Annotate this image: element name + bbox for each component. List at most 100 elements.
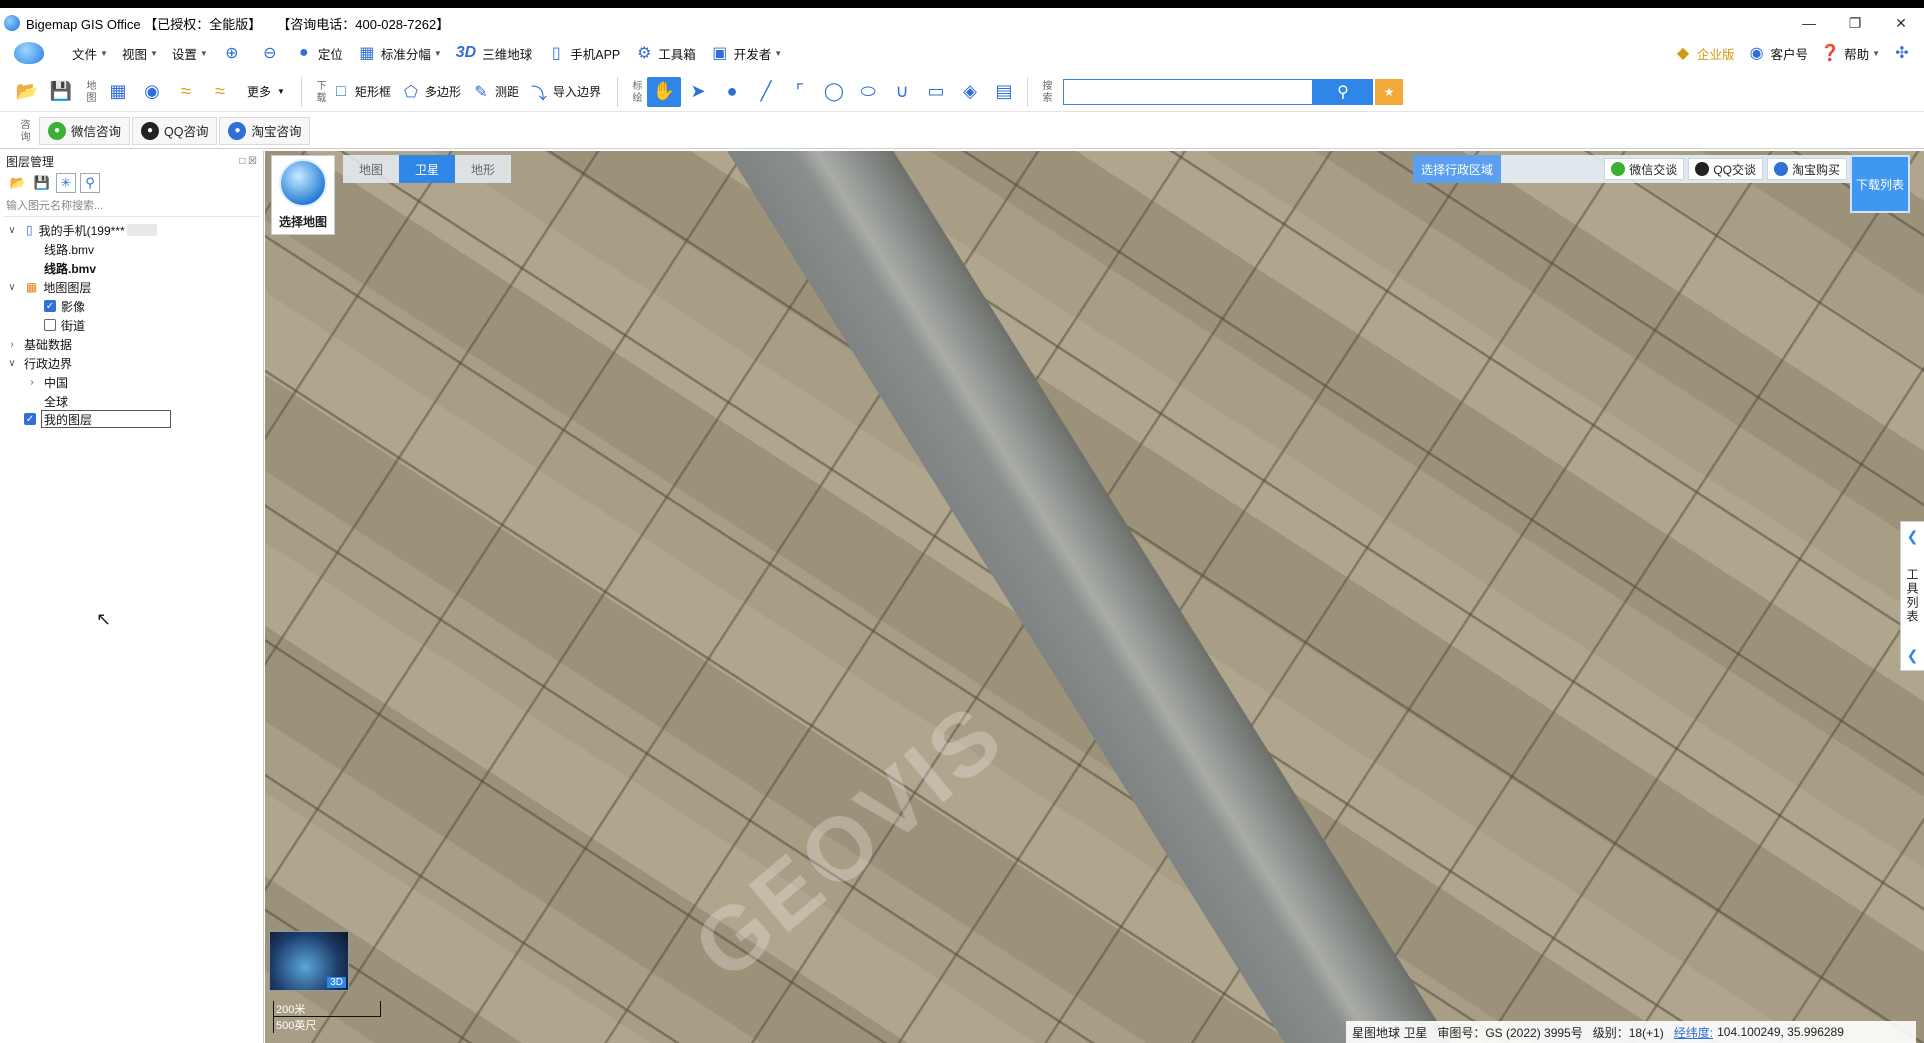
user-badge-icon: ◉ [1749,45,1764,62]
menu-enterprise[interactable]: ◆ 企业版 [1673,43,1735,63]
menu-mobile-app[interactable]: ▯ 手机APP [546,43,620,63]
rect-select-button[interactable]: □ 矩形框 [331,82,391,102]
download-list-button[interactable]: 下载列表 [1850,155,1910,213]
tree-item-map-layers[interactable]: ∨ ▦ 地图图层 [6,278,91,296]
menu-standard-grid[interactable]: ▦ 标准分幅 ▼ [357,43,442,63]
menu-toolbox[interactable]: ⚙ 工具箱 [634,43,696,63]
select-region-button[interactable]: 选择行政区域 [1413,155,1502,183]
tree-item-admin-boundary[interactable]: ∨ 行政边界 [6,354,72,372]
tab-satellite[interactable]: 卫星 [399,155,455,183]
map-source-icon[interactable]: ▦ [101,77,135,107]
app-logo-icon [4,15,20,31]
open-folder-icon[interactable]: 📂 [10,77,44,107]
menu-globe3d[interactable]: 3D 三维地球 [456,43,532,63]
zoom-out-icon[interactable]: ⊖ [260,43,280,63]
menu-file[interactable]: 文件 ▼ [72,44,108,63]
tree-item-route-file-2[interactable]: 线路.bmv [44,259,96,277]
rectangle-draw-icon[interactable]: ▭ [919,77,953,107]
consult-group-label: 咨询 [18,118,29,143]
tool-list-tab[interactable]: ❮ 工具列表 ❮ [1900,521,1924,671]
open-layer-icon[interactable]: 📂 [8,173,28,193]
import-border-button[interactable]: ⤵ 导入边界 [529,82,601,103]
layer-panel-title: 图层管理 [6,154,55,169]
qq-consult-button[interactable]: ● QQ咨询 [132,116,218,145]
close-button[interactable]: ✕ [1878,8,1924,38]
chevron-left-icon[interactable]: ❮ [1907,528,1919,545]
image-overlay-icon[interactable]: ▤ [987,77,1021,107]
my-layer-checkbox[interactable]: ✓ [24,413,36,425]
menu-developer[interactable]: ▣ 开发者 ▼ [710,43,782,63]
taobao-buy-button[interactable]: 淘宝购买 [1766,158,1847,180]
masked-number [126,224,157,236]
minimize-button[interactable]: — [1786,8,1832,38]
menu-locate[interactable]: ● 定位 [294,43,343,63]
streets-checkbox[interactable] [44,319,56,331]
favorite-button[interactable]: ★ [1375,78,1403,105]
save-icon[interactable]: 💾 [44,77,78,107]
menu-settings[interactable]: 设置 ▼ [172,44,208,63]
wechat-chat-button[interactable]: 微信交谈 [1604,158,1685,180]
marker-pin-icon[interactable]: ● [715,77,749,107]
line-draw-icon[interactable]: ╱ [749,77,783,107]
tab-terrain[interactable]: 地形 [455,155,511,183]
divider [300,76,302,107]
imagery-checkbox[interactable]: ✓ [44,300,56,312]
ellipse-draw-icon[interactable]: ⬭ [851,77,885,107]
layer-search-input[interactable]: 输入图元名称搜索... [4,197,259,217]
code-icon: ▣ [712,45,728,62]
wechat-consult-button[interactable]: ● 微信咨询 [39,116,131,145]
choose-map-button[interactable]: 选择地图 [271,155,335,235]
layer-settings-icon[interactable]: ✳ [56,173,76,193]
tree-item-base-data[interactable]: › 基础数据 [6,335,72,353]
polyline-draw-icon[interactable]: ⌜ [783,77,817,107]
zoom-in-icon[interactable]: ⊕ [222,43,242,63]
search-group-label: 搜索 [1040,79,1051,104]
rectangle-select-icon: □ [336,82,346,100]
tree-item-my-layer[interactable]: ✓ 我的图层 [24,410,171,428]
search-icon: ⚲ [1337,83,1349,101]
more-button[interactable]: 更多 ▼ [247,83,285,100]
qq-chat-button[interactable]: QQ交谈 [1688,158,1763,180]
map-layer-b-icon[interactable]: ≈ [203,77,237,107]
tree-item-china[interactable]: › 中国 [26,373,68,391]
restore-button[interactable]: ❐ [1832,8,1878,38]
circle-draw-icon[interactable]: ◯ [817,77,851,107]
map-layer-a-icon[interactable]: ≈ [169,77,203,107]
tree-item-route-file-1[interactable]: 线路.bmv [44,240,94,258]
menu-customer[interactable]: ◉ 客户号 [1747,43,1809,63]
layer-search-icon[interactable]: ⚲ [80,173,100,193]
map-canvas[interactable]: 选择地图 地图 卫星 地形 选择行政区域 微信交谈 QQ交谈 淘宝购买 下载列表… [265,151,1924,1043]
measure-button[interactable]: ✎ 测距 [471,82,519,102]
tree-item-streets[interactable]: 街道 [44,316,85,334]
tree-item-my-phone[interactable]: ∨ ▯ 我的手机(199*** [6,221,157,239]
my-layer-rename-field[interactable]: 我的图层 [41,410,171,428]
pointer-icon[interactable]: ➤ [681,77,715,107]
online-map-icon[interactable]: ◉ [135,77,169,107]
settings-target-icon[interactable]: ✣ [1892,43,1912,63]
tree-item-imagery[interactable]: ✓ 影像 [44,297,85,315]
taobao-consult-button[interactable]: ● 淘宝咨询 [219,116,311,145]
layer-panel-header: 图层管理 □ ☒ [0,151,263,171]
polygon-select-button[interactable]: ⬠ 多边形 [401,82,461,102]
curve-draw-icon[interactable]: ∪ [885,77,919,107]
search-input[interactable] [1063,78,1313,105]
tab-map[interactable]: 地图 [343,155,399,183]
tree-item-global[interactable]: 全球 [44,392,68,410]
save-layer-icon[interactable]: 💾 [32,173,52,193]
pan-hand-icon[interactable]: ✋ [647,76,681,107]
scale-imperial: 500英尺 [273,1017,359,1033]
phone-icon: ▯ [551,45,561,62]
panel-pin-close-icon[interactable]: □ ☒ [239,156,257,167]
map-group-label: 地图 [84,79,95,104]
menu-help[interactable]: ❓ 帮助 ▼ [1820,43,1880,63]
mini-globe-3d-button[interactable]: 3D [269,931,349,991]
bigemap-logo-icon[interactable] [14,42,44,64]
chevron-left-icon[interactable]: ❮ [1907,647,1919,664]
lonlat-label[interactable]: 经纬度: [1674,1024,1713,1041]
menu-view[interactable]: 视图 ▼ [122,44,158,63]
ruler-icon: ✎ [474,83,488,101]
chevron-down-icon: ▼ [199,48,208,58]
search-button[interactable]: ⚲ [1313,78,1373,105]
tag-icon[interactable]: ◈ [953,77,987,107]
mouse-cursor-icon: ↖ [96,609,112,629]
